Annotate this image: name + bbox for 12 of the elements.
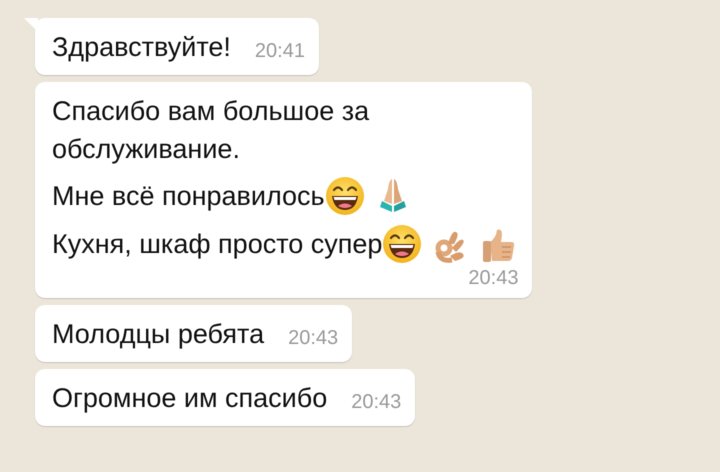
message-text: Молодцы ребята — [52, 318, 264, 351]
grin-emoji-icon — [382, 224, 422, 264]
message-time: 20:43 — [288, 326, 338, 351]
grin-emoji-icon — [324, 176, 365, 216]
message-time: 20:43 — [351, 390, 402, 415]
message-text: Кухня, шкаф просто супер — [52, 228, 382, 261]
message-text: Мне всё понравилось — [52, 180, 325, 213]
message-time: 20:41 — [254, 39, 305, 64]
message-text: Огромное им спасибо — [52, 382, 328, 415]
message-text: Здравствуйте! — [52, 31, 231, 64]
message-time: 20:43 — [468, 266, 518, 290]
message-text: Спасибо вам большое за обслуживание. — [52, 95, 370, 166]
